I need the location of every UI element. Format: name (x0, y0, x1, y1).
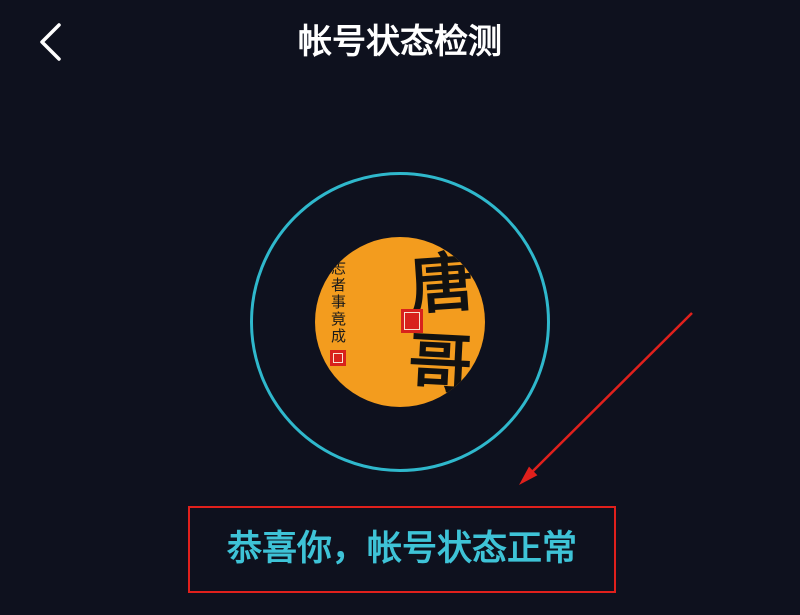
status-highlight-box: 恭喜你，帐号状态正常 (188, 506, 616, 593)
avatar-char-bottom: 哥 (406, 325, 474, 404)
seal-icon (330, 350, 346, 366)
avatar: 有志者事竟成 唐 哥 (315, 237, 485, 407)
chevron-left-icon (40, 23, 61, 61)
annotation-arrow-line (532, 312, 693, 472)
annotation-arrow-head (519, 466, 538, 485)
seal-icon (401, 309, 423, 333)
page-title: 帐号状态检测 (298, 22, 502, 62)
back-button[interactable] (30, 18, 70, 66)
status-message: 恭喜你，帐号状态正常 (226, 529, 577, 569)
avatar-motto: 有志者事竟成 (329, 243, 347, 345)
